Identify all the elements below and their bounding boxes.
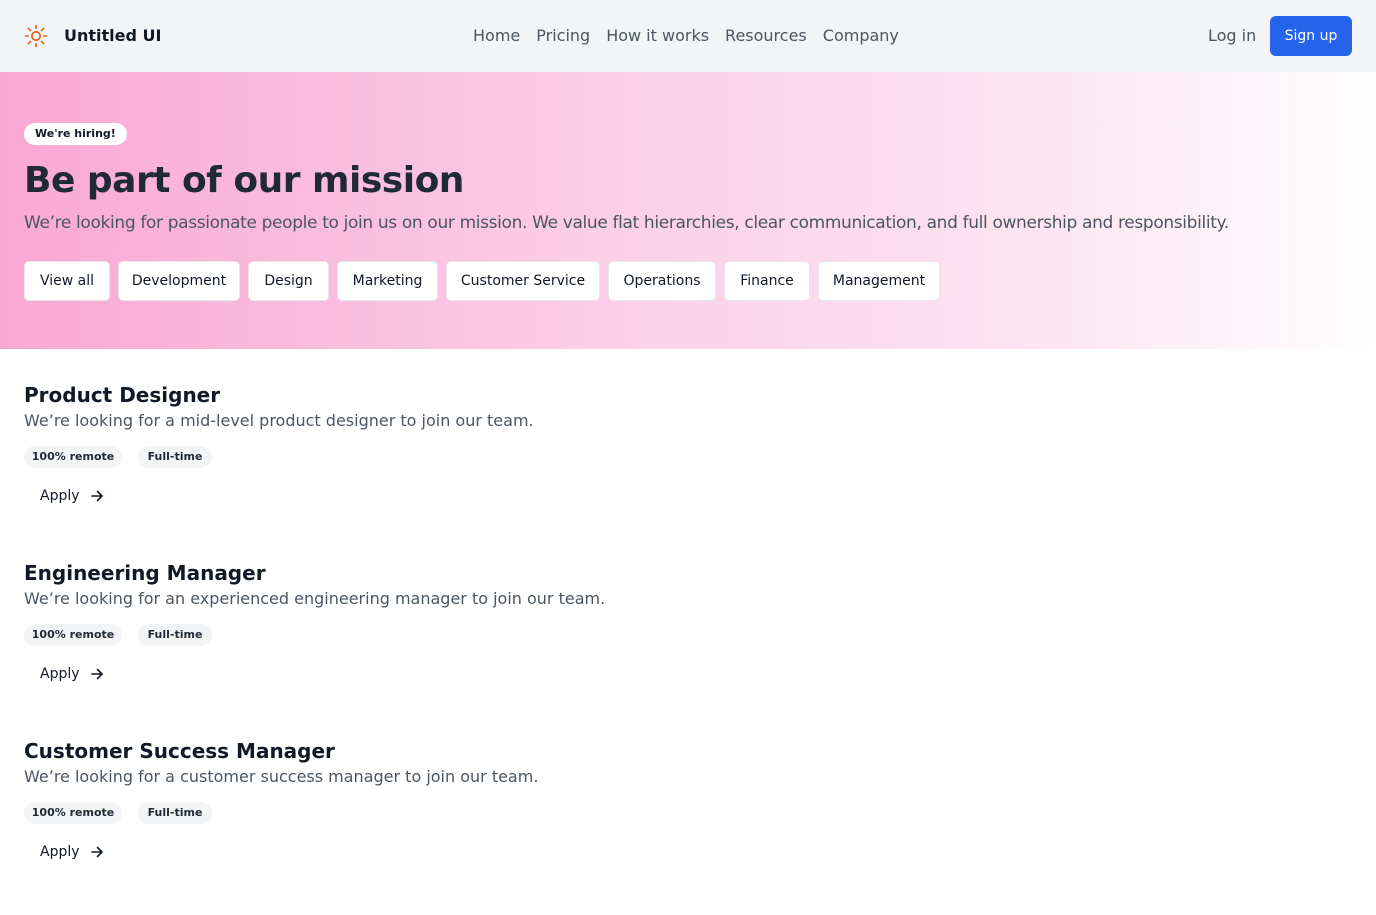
job-listing: Product Designer We’re looking for a mid… bbox=[24, 382, 924, 532]
tag-full-time: Full-time bbox=[138, 802, 212, 824]
nav-link-home[interactable]: Home bbox=[473, 24, 520, 48]
filter-operations[interactable]: Operations bbox=[608, 261, 716, 301]
hero-subtitle: We’re looking for passionate people to j… bbox=[24, 213, 1229, 233]
filter-customer-service[interactable]: Customer Service bbox=[446, 261, 600, 301]
nav-link-company[interactable]: Company bbox=[823, 24, 899, 48]
arrow-right-icon bbox=[90, 668, 103, 680]
apply-button[interactable]: Apply bbox=[24, 658, 120, 690]
apply-label: Apply bbox=[40, 844, 80, 860]
signup-button[interactable]: Sign up bbox=[1270, 16, 1352, 56]
tag-remote: 100% remote bbox=[24, 446, 122, 468]
job-title: Customer Success Manager bbox=[24, 739, 335, 763]
arrow-right-icon bbox=[90, 490, 103, 502]
filter-marketing[interactable]: Marketing bbox=[337, 261, 438, 301]
filter-view-all[interactable]: View all bbox=[24, 261, 110, 301]
job-title: Engineering Manager bbox=[24, 561, 266, 585]
tag-remote: 100% remote bbox=[24, 624, 122, 646]
hiring-badge: We're hiring! bbox=[24, 123, 127, 145]
sun-icon bbox=[24, 24, 48, 48]
site-header: Untitled UI Home Pricing How it works Re… bbox=[0, 0, 1376, 72]
job-listing: Engineering Manager We’re looking for an… bbox=[24, 560, 924, 710]
filter-development[interactable]: Development bbox=[118, 261, 240, 301]
job-title: Product Designer bbox=[24, 383, 221, 407]
filter-management[interactable]: Management bbox=[818, 261, 940, 301]
arrow-right-icon bbox=[90, 846, 103, 858]
filter-finance[interactable]: Finance bbox=[724, 261, 810, 301]
login-link[interactable]: Log in bbox=[1208, 24, 1256, 48]
job-listing: Customer Success Manager We’re looking f… bbox=[24, 738, 924, 888]
nav-link-pricing[interactable]: Pricing bbox=[536, 24, 590, 48]
page-title: Be part of our mission bbox=[24, 160, 464, 201]
filter-design[interactable]: Design bbox=[248, 261, 329, 301]
tag-full-time: Full-time bbox=[138, 624, 212, 646]
hero-section: We're hiring! Be part of our mission We’… bbox=[0, 72, 1376, 349]
tag-remote: 100% remote bbox=[24, 802, 122, 824]
apply-button[interactable]: Apply bbox=[24, 836, 120, 868]
job-description: We’re looking for an experienced enginee… bbox=[24, 589, 606, 608]
job-description: We’re looking for a mid-level product de… bbox=[24, 411, 534, 430]
tag-full-time: Full-time bbox=[138, 446, 212, 468]
apply-label: Apply bbox=[40, 488, 80, 504]
nav-link-how-it-works[interactable]: How it works bbox=[606, 24, 709, 48]
main-nav: Home Pricing How it works Resources Comp… bbox=[473, 24, 899, 48]
job-description: We’re looking for a customer success man… bbox=[24, 767, 539, 786]
brand-logo[interactable]: Untitled UI bbox=[24, 24, 161, 48]
apply-label: Apply bbox=[40, 666, 80, 682]
apply-button[interactable]: Apply bbox=[24, 480, 120, 512]
brand-name: Untitled UI bbox=[64, 26, 162, 45]
nav-link-resources[interactable]: Resources bbox=[725, 24, 807, 48]
